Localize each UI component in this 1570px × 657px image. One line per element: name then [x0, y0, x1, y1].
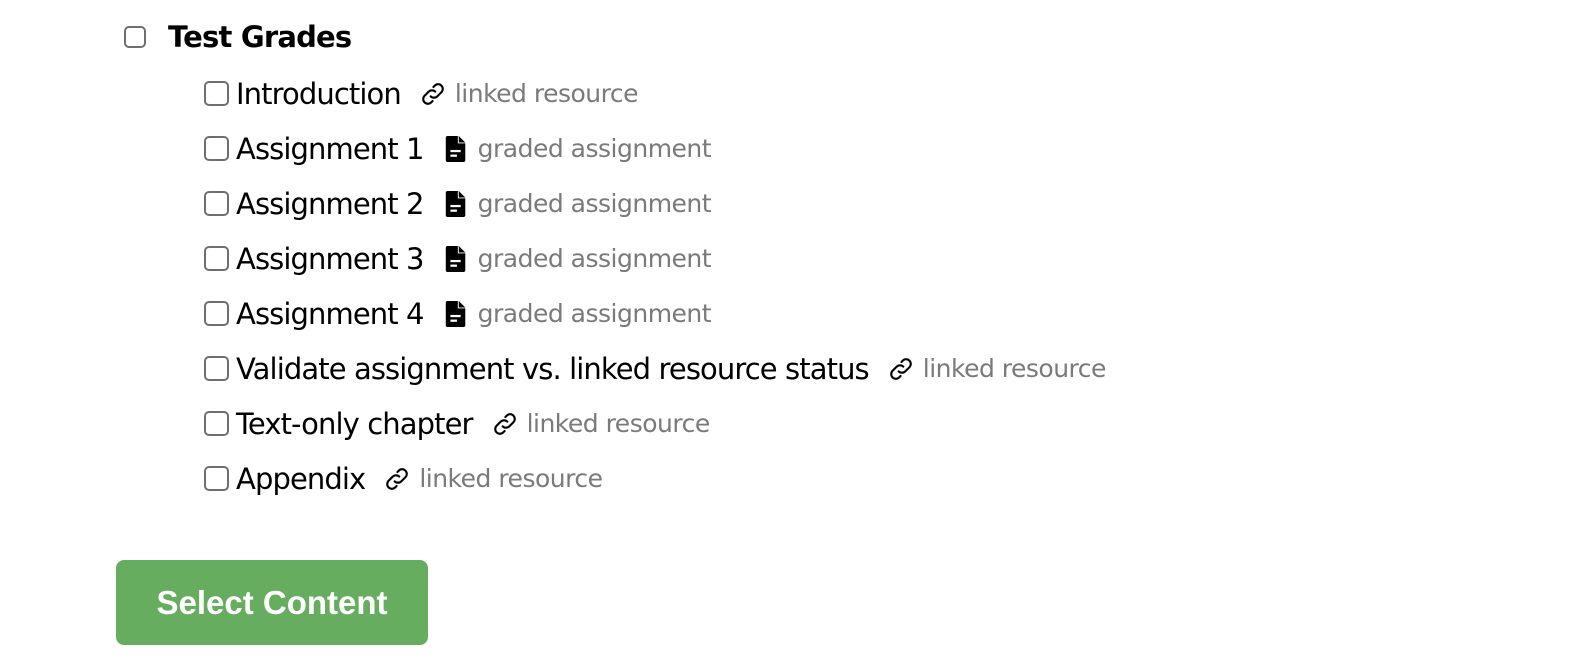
- file-icon: [442, 190, 470, 218]
- file-icon: [442, 245, 470, 273]
- list-item: Appendix linked resource: [204, 451, 1106, 506]
- link-icon: [383, 465, 411, 493]
- list-item: Assignment 1 graded assignment: [204, 121, 1106, 176]
- item-type-label: linked resource: [922, 354, 1107, 383]
- item-type-label: graded assignment: [477, 244, 712, 273]
- item-type-label: linked resource: [419, 464, 603, 493]
- item-label: Assignment 4: [236, 296, 425, 331]
- link-icon: [491, 410, 519, 438]
- item-type-label: linked resource: [526, 409, 711, 438]
- item-checkbox[interactable]: [204, 466, 229, 491]
- group-row: Test Grades: [124, 18, 352, 56]
- item-label: Assignment 2: [236, 186, 425, 221]
- item-type-label: graded assignment: [477, 299, 712, 328]
- file-icon: [442, 135, 470, 163]
- item-label: Introduction: [236, 76, 402, 111]
- item-label: Assignment 1: [236, 131, 425, 166]
- list-item: Assignment 4 graded assignment: [204, 286, 1106, 341]
- item-checkbox[interactable]: [204, 246, 229, 271]
- list-item: Introduction linked resource: [204, 66, 1106, 121]
- item-label: Text-only chapter: [236, 406, 473, 441]
- item-checkbox[interactable]: [204, 356, 229, 381]
- item-checkbox[interactable]: [204, 136, 229, 161]
- item-label: Assignment 3: [236, 241, 425, 276]
- select-content-button[interactable]: Select Content: [116, 560, 428, 645]
- link-icon: [887, 355, 915, 383]
- item-checkbox[interactable]: [204, 301, 229, 326]
- list-item: Text-only chapter linked resource: [204, 396, 1106, 451]
- item-type-label: graded assignment: [477, 134, 712, 163]
- item-type-label: graded assignment: [477, 189, 712, 218]
- item-label: Appendix: [236, 461, 366, 496]
- item-checkbox[interactable]: [204, 411, 229, 436]
- content-list: Introduction linked resource Assignment …: [204, 66, 1106, 506]
- item-checkbox[interactable]: [204, 81, 229, 106]
- item-label: Validate assignment vs. linked resource …: [236, 351, 870, 386]
- group-title: Test Grades: [168, 20, 352, 54]
- item-type-label: linked resource: [454, 79, 639, 108]
- group-checkbox[interactable]: [124, 26, 146, 48]
- list-item: Validate assignment vs. linked resource …: [204, 341, 1106, 396]
- list-item: Assignment 2 graded assignment: [204, 176, 1106, 231]
- link-icon: [419, 80, 447, 108]
- item-checkbox[interactable]: [204, 191, 229, 216]
- list-item: Assignment 3 graded assignment: [204, 231, 1106, 286]
- file-icon: [442, 300, 470, 328]
